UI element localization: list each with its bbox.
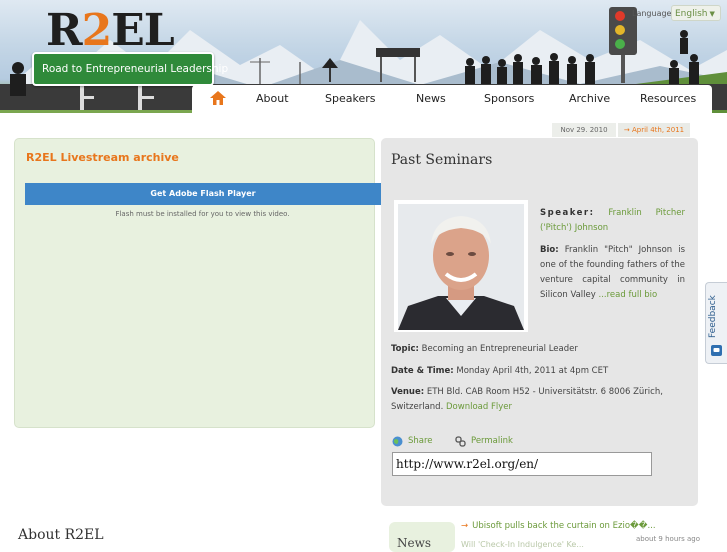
tab-april-2011[interactable]: → April 4th, 2011: [618, 123, 690, 137]
link-chain-icon: [455, 436, 466, 447]
speaker-photo-frame: [394, 200, 528, 332]
about-title: About R2EL: [18, 527, 104, 543]
livestream-title: R2EL Livestream archive: [26, 151, 179, 164]
datetime-value: Monday April 4th, 2011 at 4pm CET: [456, 366, 609, 376]
globe-icon: [392, 436, 403, 447]
main-nav: About Speakers News Sponsors Archive Res…: [192, 85, 712, 113]
share-row: Share Permalink: [392, 434, 692, 448]
arrow-right-icon: →: [623, 126, 630, 134]
topic-line: Topic: Becoming an Entrepreneurial Leade…: [391, 342, 691, 357]
tab-nov-2010[interactable]: Nov 29. 2010: [552, 123, 616, 137]
share-link[interactable]: Share: [408, 434, 433, 448]
venue-label: Venue:: [391, 387, 425, 397]
venue-value: ETH Bld. CAB Room H52 - Universitätstr. …: [391, 387, 663, 412]
speaker-label: Speaker:: [540, 208, 595, 218]
nav-item-news[interactable]: News: [416, 85, 446, 113]
nav-item-sponsors[interactable]: Sponsors: [484, 85, 534, 113]
nav-item-speakers[interactable]: Speakers: [325, 85, 375, 113]
language-select[interactable]: English ▼: [671, 5, 721, 21]
past-seminars-panel: Past Seminars Speaker: Franklin Pitcher …: [381, 138, 698, 506]
download-flyer-link[interactable]: Download Flyer: [446, 402, 512, 412]
news-panel: News: [389, 522, 455, 552]
permalink-link[interactable]: Permalink: [471, 434, 513, 448]
get-flash-player-button[interactable]: Get Adobe Flash Player: [25, 183, 381, 205]
permalink-url-field[interactable]: http://www.r2el.org/en/: [392, 452, 652, 476]
read-full-bio-link[interactable]: ...read full bio: [599, 290, 658, 300]
site-logo[interactable]: R2EL: [46, 5, 175, 57]
nav-item-about[interactable]: About: [256, 85, 289, 113]
feedback-label: Feedback: [708, 295, 718, 339]
feedback-tab[interactable]: Feedback: [705, 282, 727, 364]
nav-item-resources[interactable]: Resources: [640, 85, 696, 113]
road-sign-tagline: Road to Entrepreneurial Leadership: [32, 52, 228, 86]
speaker-line: Speaker: Franklin Pitcher ('Pitch') John…: [540, 206, 685, 236]
topic-label: Topic:: [391, 344, 419, 354]
feedback-icon: [711, 345, 722, 356]
venue-block: Venue: ETH Bld. CAB Room H52 - Universit…: [391, 385, 691, 415]
bio-label: Bio:: [540, 245, 559, 255]
topic-value: Becoming an Entrepreneurial Leader: [421, 344, 578, 354]
seminars-title: Past Seminars: [391, 152, 493, 168]
news-title: News: [397, 536, 432, 550]
flash-required-note: Flash must be installed for you to view …: [115, 210, 290, 218]
news-timestamp: about 9 hours ago: [636, 535, 701, 543]
datetime-label: Date & Time:: [391, 366, 454, 376]
livestream-panel: R2EL Livestream archive Get Adobe Flash …: [14, 138, 381, 428]
nav-item-archive[interactable]: Archive: [569, 85, 610, 113]
speaker-photo: [398, 204, 524, 330]
chevron-down-icon: ▼: [709, 10, 715, 18]
home-icon[interactable]: [210, 91, 226, 105]
language-label: Language: [632, 9, 672, 18]
datetime-line: Date & Time: Monday April 4th, 2011 at 4…: [391, 364, 691, 379]
arrow-right-icon: →: [461, 521, 469, 531]
news-item[interactable]: → Ubisoft pulls back the curtain on Ezio�…: [461, 521, 656, 531]
speaker-bio: Bio: Franklin "Pitch" Johnson is one of …: [540, 243, 685, 303]
